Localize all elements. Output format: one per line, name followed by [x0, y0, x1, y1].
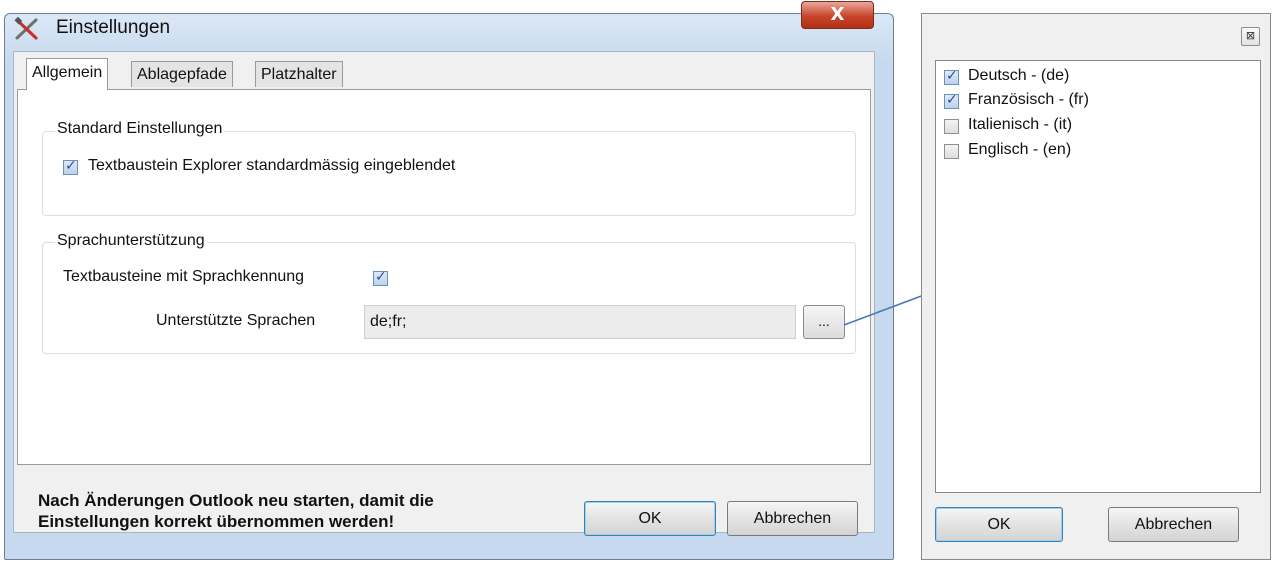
explorer-default-checkbox[interactable]: ✓: [63, 158, 78, 175]
restart-notice-line2: Einstellungen korrekt übernommen werden!: [38, 512, 395, 531]
language-support-legend: Sprachunterstützung: [55, 232, 207, 250]
englisch-label: Englisch - (en): [968, 141, 1072, 158]
supported-languages-label: Unterstützte Sprachen: [156, 312, 316, 329]
close-button[interactable]: X: [801, 1, 874, 29]
restart-notice: Nach Änderungen Outlook neu starten, dam…: [38, 490, 558, 532]
language-id-checkbox[interactable]: ✓: [373, 269, 388, 286]
franzoesisch-label: Französisch - (fr): [968, 91, 1089, 108]
explorer-default-label: Textbaustein Explorer standardmässig ein…: [88, 157, 456, 174]
tab-allgemein[interactable]: Allgemein: [26, 58, 109, 90]
supported-languages-field[interactable]: de;fr;: [364, 305, 796, 339]
tools-icon: [14, 17, 38, 40]
language-id-label: Textbausteine mit Sprachkennung: [63, 268, 305, 285]
browse-languages-button[interactable]: ...: [803, 305, 845, 339]
checkmark-icon: ✓: [375, 269, 387, 285]
language-ok-button[interactable]: OK: [935, 507, 1063, 542]
language-cancel-button[interactable]: Abbrechen: [1108, 507, 1239, 542]
window-title: Einstellungen: [56, 17, 171, 38]
tab-platzhalter[interactable]: Platzhalter: [255, 61, 343, 87]
checkmark-icon: ✓: [946, 68, 958, 84]
italienisch-checkbox[interactable]: [944, 119, 959, 134]
englisch-checkbox[interactable]: [944, 144, 959, 159]
ok-button[interactable]: OK: [584, 501, 716, 536]
italienisch-label: Italienisch - (it): [968, 116, 1073, 133]
standard-settings-legend: Standard Einstellungen: [55, 120, 225, 138]
checkmark-icon: ✓: [65, 158, 77, 174]
checkmark-icon: ✓: [946, 92, 958, 108]
deutsch-label: Deutsch - (de): [968, 67, 1070, 84]
restart-notice-line1: Nach Änderungen Outlook neu starten, dam…: [38, 491, 434, 510]
franzoesisch-checkbox[interactable]: ✓: [944, 92, 959, 109]
tab-ablagepfade[interactable]: Ablagepfade: [131, 61, 233, 87]
cancel-button[interactable]: Abbrechen: [727, 501, 858, 536]
deutsch-checkbox[interactable]: ✓: [944, 68, 959, 85]
close-icon[interactable]: ⊠: [1241, 27, 1260, 46]
